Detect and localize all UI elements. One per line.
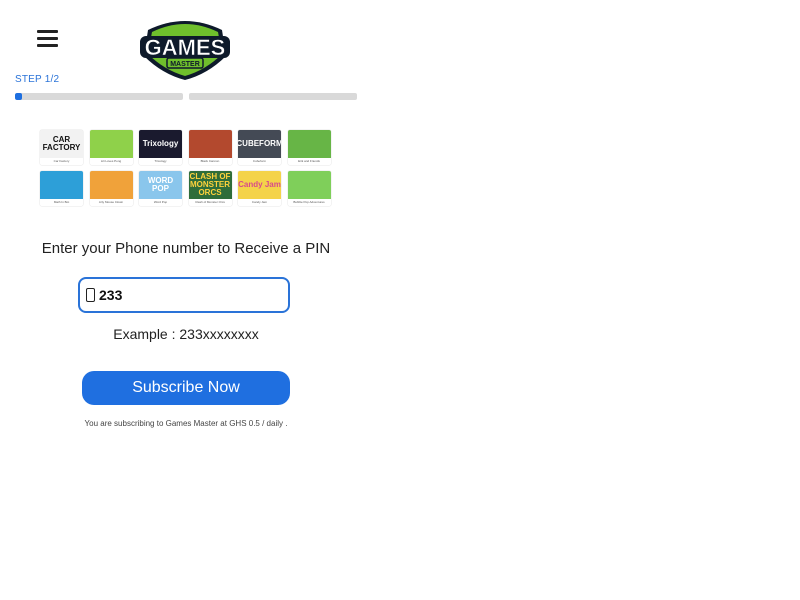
game-tile: CUBEFORM Cubeform	[238, 130, 281, 165]
game-tile: Bubble Pop Adventures	[287, 171, 331, 206]
game-tile: Black Cannon	[188, 130, 232, 165]
game-tile: Candy Jam Candy Jam	[238, 171, 281, 206]
game-caption: Black Cannon	[188, 158, 232, 165]
game-thumbnail	[287, 130, 331, 158]
game-tile: WORD POP Word Pop	[139, 171, 182, 206]
game-thumbnail	[188, 130, 232, 158]
step-progress-fill-1	[15, 93, 22, 100]
game-caption: Car Factory	[40, 158, 83, 165]
game-thumbnail: Trixology	[139, 130, 182, 158]
svg-text:GAMES: GAMES	[145, 35, 226, 60]
game-tile: Math In Bot	[40, 171, 83, 206]
phone-number-field[interactable]	[78, 277, 290, 313]
game-caption: Erik and Friends	[287, 158, 331, 165]
game-tile: Trixology Trixology	[139, 130, 182, 165]
game-caption: Math In Bot	[40, 199, 83, 206]
games-master-logo: GAMES MASTER	[140, 21, 230, 80]
game-tile: CLASH OF MONSTER ORCS Clash of Monster Or…	[188, 171, 232, 206]
game-tile: Arty Mouse Clown	[89, 171, 133, 206]
game-caption: Bubble Pop Adventures	[287, 199, 331, 206]
game-thumbnail	[287, 171, 331, 199]
subscription-terms: You are subscribing to Games Master at G…	[84, 419, 288, 428]
game-thumbnail: CLASH OF MONSTER ORCS	[188, 171, 232, 199]
game-tile: Lili Loves Pong	[89, 130, 133, 165]
game-caption: Candy Jam	[238, 199, 281, 206]
game-caption: Clash of Monster Orcs	[188, 199, 232, 206]
phone-example-text: Example : 233xxxxxxxx	[113, 326, 259, 342]
step-progress-bar-1	[15, 93, 183, 100]
step-progress-bar-2	[189, 93, 357, 100]
step-indicator: STEP 1/2	[15, 74, 60, 85]
subscribe-now-button[interactable]: Subscribe Now	[82, 371, 290, 405]
phone-prompt: Enter your Phone number to Receive a PIN	[41, 240, 331, 257]
game-thumbnail: CUBEFORM	[238, 130, 281, 158]
game-thumbnail	[89, 171, 133, 199]
game-tile: CAR FACTORY Car Factory	[40, 130, 83, 165]
game-caption: Lili Loves Pong	[89, 158, 133, 165]
game-thumbnail	[40, 171, 83, 199]
game-thumbnail: CAR FACTORY	[40, 130, 83, 158]
game-caption: Trixology	[139, 158, 182, 165]
game-caption: Arty Mouse Clown	[89, 199, 133, 206]
game-tile: Erik and Friends	[287, 130, 331, 165]
svg-text:MASTER: MASTER	[170, 61, 200, 68]
game-caption: Word Pop	[139, 199, 182, 206]
hamburger-menu-icon[interactable]	[37, 29, 59, 49]
game-thumbnail: Candy Jam	[238, 171, 281, 199]
game-caption: Cubeform	[238, 158, 281, 165]
game-thumbnail: WORD POP	[139, 171, 182, 199]
phone-number-input[interactable]	[99, 287, 269, 303]
game-thumbnail	[89, 130, 133, 158]
mobile-phone-icon	[86, 288, 95, 302]
